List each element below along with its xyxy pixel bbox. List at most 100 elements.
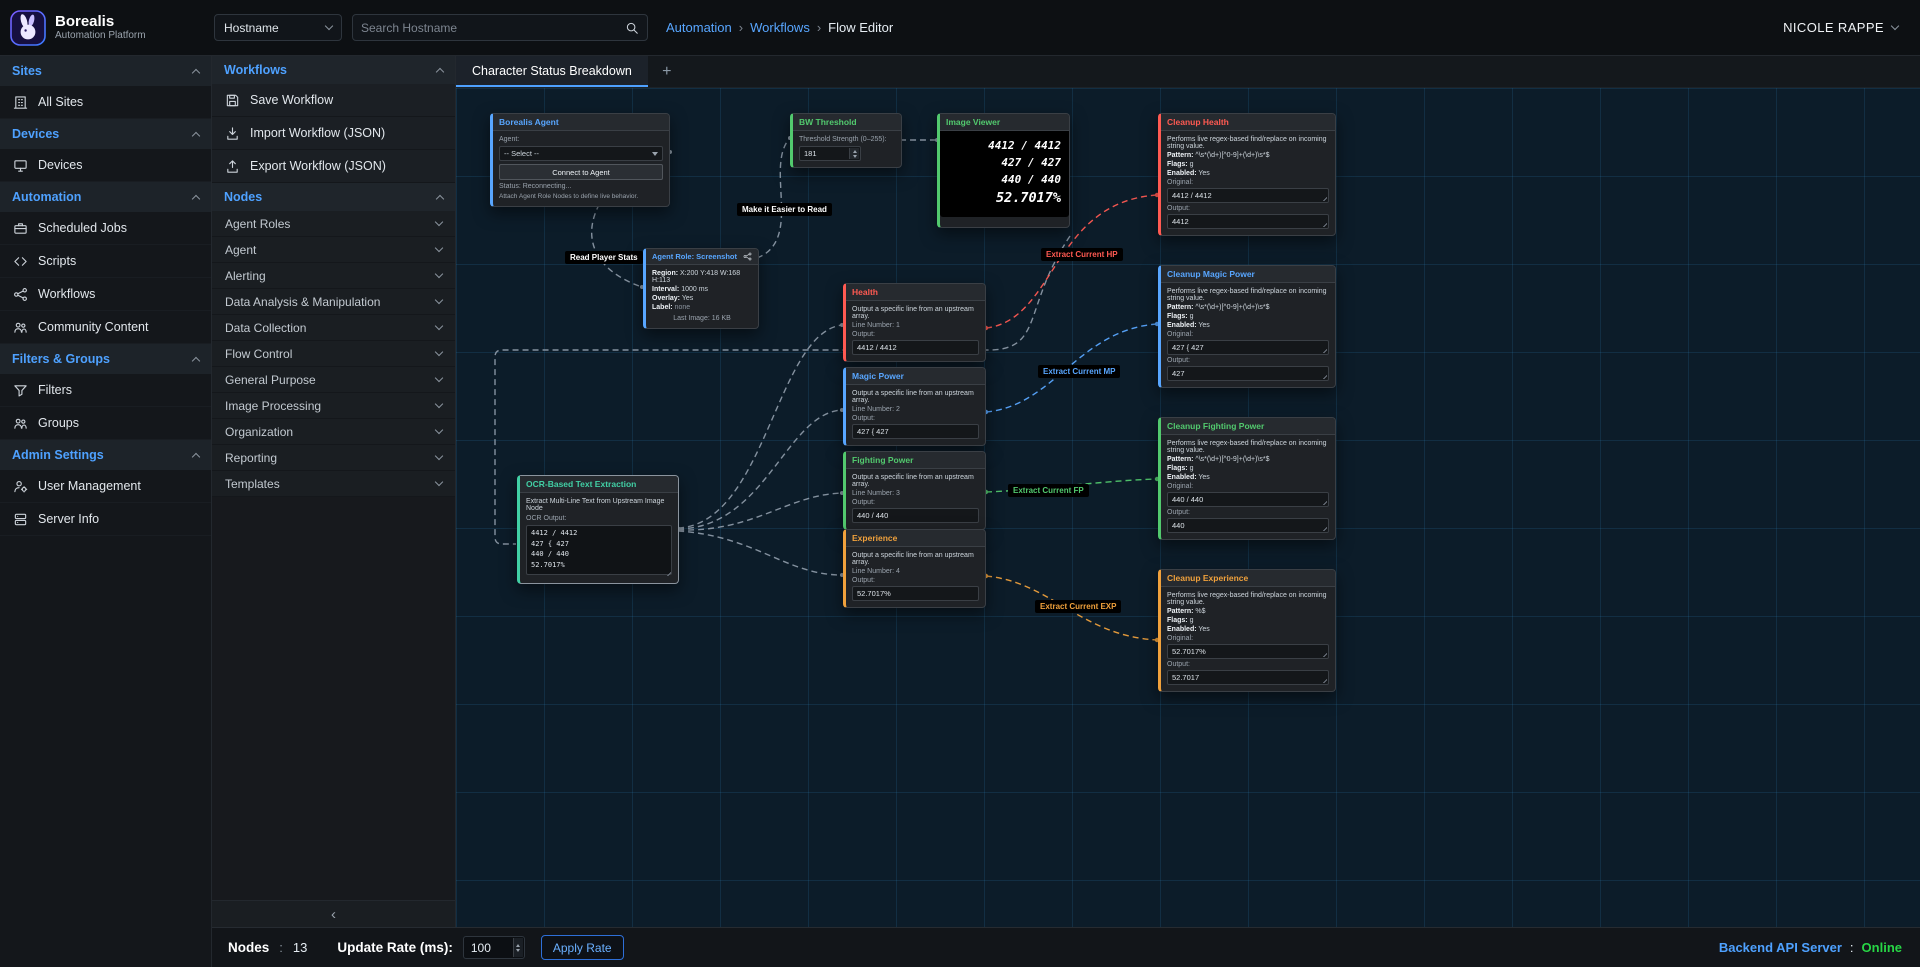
output-label: Output: <box>852 415 979 422</box>
edge-label-make-easier-to-read[interactable]: Make it Easier to Read <box>737 203 832 216</box>
node-cleanup-experience[interactable]: Cleanup Experience Performs live regex-b… <box>1158 569 1336 692</box>
tab-character-status-breakdown[interactable]: Character Status Breakdown <box>456 56 648 87</box>
resize-grip[interactable] <box>1320 676 1327 683</box>
output-field[interactable]: 440 / 440 <box>852 508 979 523</box>
original-value: 52.7017% <box>1172 647 1206 656</box>
update-rate-input[interactable]: 100 <box>463 936 525 959</box>
original-textarea[interactable]: 52.7017% <box>1167 644 1329 659</box>
sidebar-header-devices[interactable]: Devices <box>0 119 211 149</box>
edge-role-to-bw[interactable] <box>757 138 790 258</box>
node-image-viewer[interactable]: Image Viewer 4412 / 4412 427 / 427 440 /… <box>937 113 1070 228</box>
sidebar-item-workflows[interactable]: Workflows <box>0 278 211 311</box>
node-category-agent[interactable]: Agent <box>212 237 455 263</box>
last-image-size: Last Image: 16 KB <box>652 315 752 322</box>
add-tab-button[interactable]: + <box>648 56 686 87</box>
hostname-search[interactable] <box>352 14 648 41</box>
sidebar-item-filters[interactable]: Filters <box>0 374 211 407</box>
edge-ocr-to-fighting[interactable] <box>678 493 842 530</box>
export-workflow-button[interactable]: Export Workflow (JSON) <box>212 150 455 183</box>
node-category-data-collection[interactable]: Data Collection <box>212 315 455 341</box>
sidebar-item-scripts[interactable]: Scripts <box>0 245 211 278</box>
node-category-agent-roles[interactable]: Agent Roles <box>212 211 455 237</box>
node-category-templates[interactable]: Templates <box>212 471 455 497</box>
flow-canvas[interactable]: Borealis Agent Agent: -- Select -- Conne… <box>456 88 1920 927</box>
node-category-data-analysis[interactable]: Data Analysis & Manipulation <box>212 289 455 315</box>
node-cleanup-magic-power[interactable]: Cleanup Magic Power Performs live regex-… <box>1158 265 1336 388</box>
sidebar-item-community-content[interactable]: Community Content <box>0 311 211 344</box>
node-category-organization[interactable]: Organization <box>212 419 455 445</box>
edge-label-extract-current-mp[interactable]: Extract Current MP <box>1038 365 1120 378</box>
breadcrumb-automation[interactable]: Automation <box>666 20 732 35</box>
sidebar-header-automation[interactable]: Automation <box>0 182 211 212</box>
edge-label-extract-current-exp[interactable]: Extract Current EXP <box>1035 600 1121 613</box>
sidebar-header-sites[interactable]: Sites <box>0 56 211 86</box>
search-input[interactable] <box>361 21 625 35</box>
collapse-panel-button[interactable]: ‹ <box>212 900 455 927</box>
edge-ocr-to-experience[interactable] <box>678 531 842 575</box>
panel-header-workflows[interactable]: Workflows <box>212 56 455 84</box>
original-textarea[interactable]: 4412 / 4412 <box>1167 188 1329 203</box>
node-magic-power[interactable]: Magic Power Output a specific line from … <box>843 367 986 446</box>
output-textarea[interactable]: 52.7017 <box>1167 670 1329 685</box>
edge-ocr-to-magic[interactable] <box>678 410 842 529</box>
node-experience[interactable]: Experience Output a specific line from a… <box>843 529 986 608</box>
output-textarea[interactable]: 427 <box>1167 366 1329 381</box>
node-ocr-text-extraction[interactable]: OCR-Based Text Extraction Extract Multi-… <box>517 475 679 584</box>
original-textarea[interactable]: 427 { 427 <box>1167 340 1329 355</box>
sidebar-item-scheduled-jobs[interactable]: Scheduled Jobs <box>0 212 211 245</box>
edge-ocr-to-health[interactable] <box>678 325 842 528</box>
field-key: Pattern: <box>1167 152 1193 159</box>
number-stepper[interactable] <box>849 148 859 159</box>
apply-rate-button[interactable]: Apply Rate <box>541 935 624 960</box>
save-workflow-button[interactable]: Save Workflow <box>212 84 455 117</box>
number-stepper[interactable] <box>513 938 523 957</box>
briefcase-icon <box>13 221 28 236</box>
node-bw-threshold[interactable]: BW Threshold Threshold Strength (0–255):… <box>790 113 902 168</box>
node-cleanup-health[interactable]: Cleanup Health Performs live regex-based… <box>1158 113 1336 236</box>
resize-grip[interactable] <box>1320 346 1327 353</box>
sidebar-item-all-sites[interactable]: All Sites <box>0 86 211 119</box>
node-category-reporting[interactable]: Reporting <box>212 445 455 471</box>
image-viewer-screen: 4412 / 4412 427 / 427 440 / 440 52.7017% <box>940 131 1069 217</box>
output-textarea[interactable]: 4412 <box>1167 214 1329 229</box>
sidebar-header-filters-groups[interactable]: Filters & Groups <box>0 344 211 374</box>
connect-to-agent-button[interactable]: Connect to Agent <box>499 164 663 180</box>
resize-grip[interactable] <box>1320 650 1327 657</box>
breadcrumb-workflows[interactable]: Workflows <box>750 20 810 35</box>
user-menu[interactable]: NICOLE RAPPE <box>1783 20 1898 35</box>
resize-grip[interactable] <box>1320 498 1327 505</box>
node-borealis-agent[interactable]: Borealis Agent Agent: -- Select -- Conne… <box>490 113 670 207</box>
import-workflow-button[interactable]: Import Workflow (JSON) <box>212 117 455 150</box>
output-field[interactable]: 52.7017% <box>852 586 979 601</box>
sidebar-item-groups[interactable]: Groups <box>0 407 211 440</box>
sidebar-header-admin-settings[interactable]: Admin Settings <box>0 440 211 470</box>
node-category-general-purpose[interactable]: General Purpose <box>212 367 455 393</box>
panel-header-nodes[interactable]: Nodes <box>212 183 455 211</box>
sidebar-item-user-management[interactable]: User Management <box>0 470 211 503</box>
node-category-flow-control[interactable]: Flow Control <box>212 341 455 367</box>
node-health[interactable]: Health Output a specific line from an up… <box>843 283 986 362</box>
share-icon[interactable] <box>743 252 752 261</box>
original-textarea[interactable]: 440 / 440 <box>1167 492 1329 507</box>
node-category-alerting[interactable]: Alerting <box>212 263 455 289</box>
threshold-input[interactable]: 181 <box>799 146 861 161</box>
node-category-image-processing[interactable]: Image Processing <box>212 393 455 419</box>
resize-grip[interactable] <box>1320 524 1327 531</box>
resize-grip[interactable] <box>1320 194 1327 201</box>
output-field[interactable]: 4412 / 4412 <box>852 340 979 355</box>
output-field[interactable]: 427 { 427 <box>852 424 979 439</box>
node-fighting-power[interactable]: Fighting Power Output a specific line fr… <box>843 451 986 530</box>
hostname-dropdown[interactable]: Hostname <box>214 14 342 41</box>
node-cleanup-fighting-power[interactable]: Cleanup Fighting Power Performs live reg… <box>1158 417 1336 540</box>
edge-label-extract-current-hp[interactable]: Extract Current HP <box>1041 248 1123 261</box>
sidebar-item-server-info[interactable]: Server Info <box>0 503 211 536</box>
resize-grip[interactable] <box>1320 220 1327 227</box>
output-textarea[interactable]: 440 <box>1167 518 1329 533</box>
edge-label-read-player-stats[interactable]: Read Player Stats <box>565 251 643 264</box>
agent-select[interactable]: -- Select -- <box>499 146 663 161</box>
edge-label-extract-current-fp[interactable]: Extract Current FP <box>1008 484 1089 497</box>
resize-grip[interactable] <box>1320 372 1327 379</box>
ocr-output-textarea[interactable]: 4412 / 4412 427 { 427 440 / 440 52.7017% <box>526 525 672 575</box>
sidebar-item-devices[interactable]: Devices <box>0 149 211 182</box>
node-agent-role-screenshot[interactable]: Agent Role: Screenshot Region: X:200 Y:4… <box>643 248 759 329</box>
